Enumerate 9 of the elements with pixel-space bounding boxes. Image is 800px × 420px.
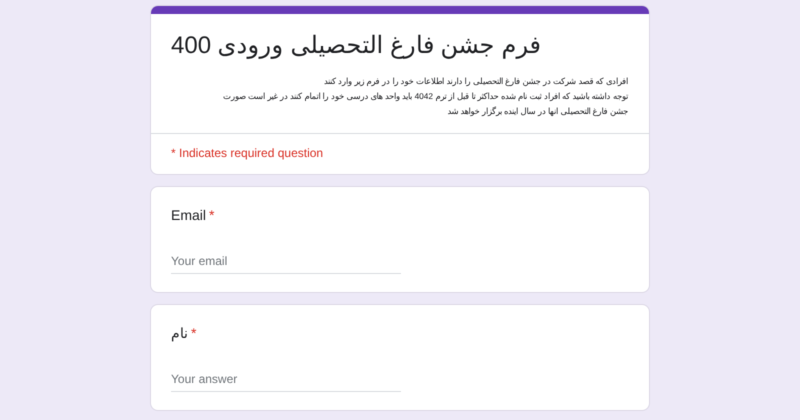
required-mark: * — [191, 325, 196, 341]
required-mark: * — [209, 207, 214, 223]
description-text: جشن فارغ التحصیلی انها در سال اینده برگزار خواهد شد — [446, 105, 629, 118]
description-text: توجه داشته باشید که افراد ثبت نام شده حداکثر تا قبل از ترم 4042 باید واحد های درسی خود را اتمام کنند در غیر است صورت — [222, 90, 629, 104]
required-note: * Indicates required question — [171, 146, 324, 160]
question-label: Email — [171, 207, 206, 223]
description-text: افرادی که قصد شرکت در جشن فارغ التحصیلی را دارند اطلاعات خود را در فرم زیر وارد کنند — [322, 75, 629, 88]
form-title: فرم جشن فارغ التحصیلی ورودی 400 — [171, 31, 542, 61]
question-label: نام — [171, 325, 188, 341]
